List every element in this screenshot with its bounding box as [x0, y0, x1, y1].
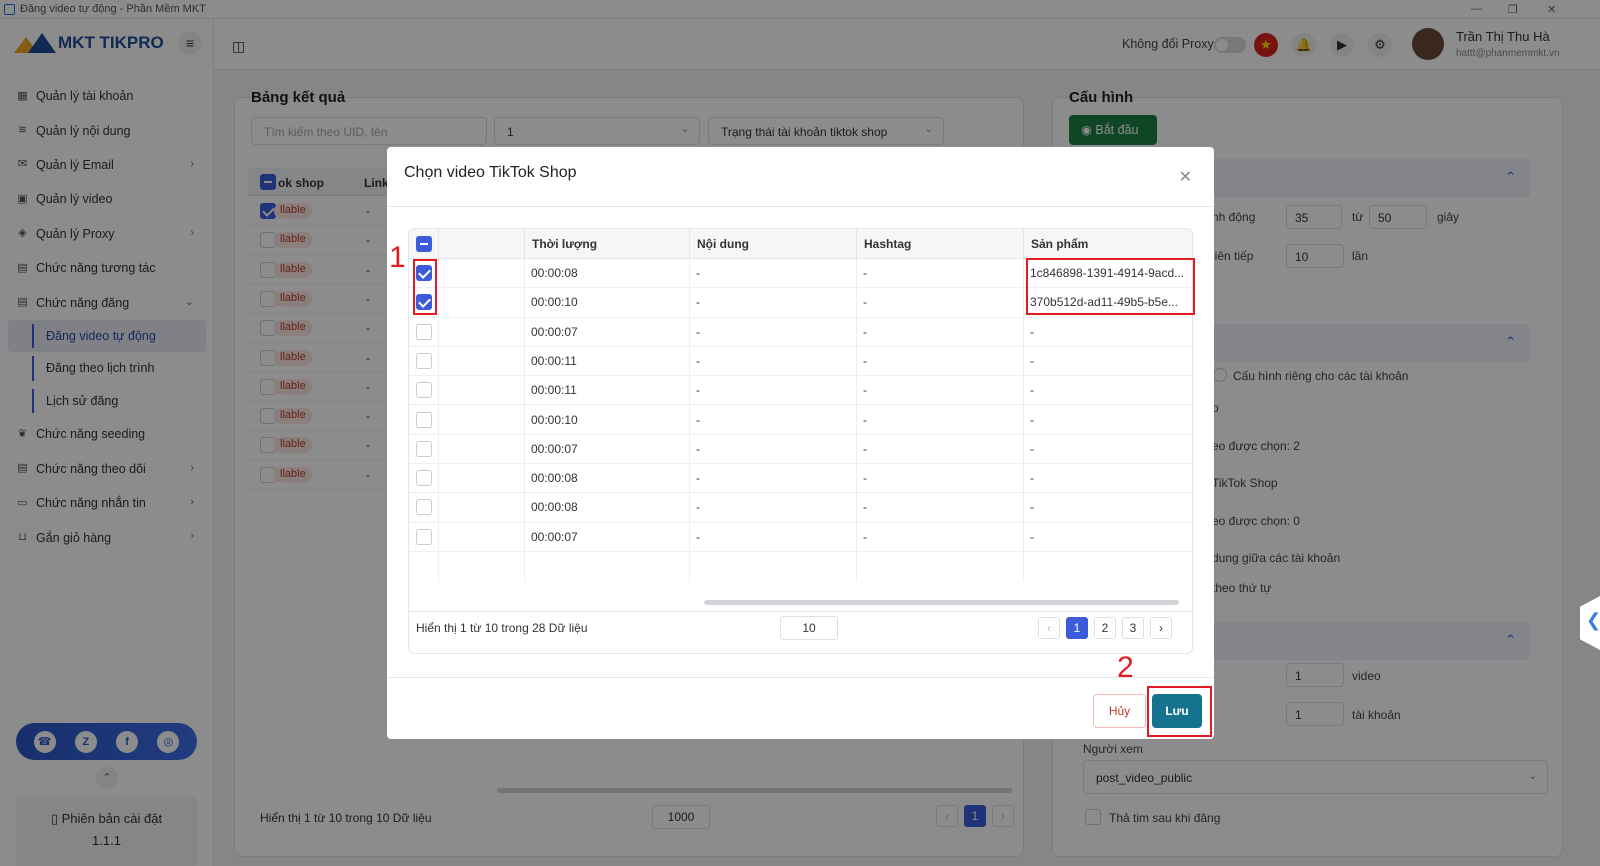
content-cell: - [696, 353, 700, 368]
annotation-number-1: 1 [389, 241, 406, 274]
table-row[interactable]: 00:00:08 - - - [409, 464, 1192, 494]
content-cell: - [696, 295, 700, 310]
close-icon[interactable]: ✕ [1179, 167, 1192, 187]
table-row[interactable]: 00:00:08 - - - [409, 493, 1192, 523]
duration-cell: 00:00:08 [531, 471, 578, 486]
row-checkbox[interactable] [416, 499, 432, 516]
select-video-modal: Chọn video TikTok Shop ✕ Thời lượng Nội … [387, 147, 1214, 739]
product-cell: - [1030, 324, 1034, 339]
product-cell: - [1030, 500, 1034, 515]
duration-cell: 00:00:07 [531, 324, 578, 339]
row-checkbox[interactable] [416, 352, 432, 369]
product-cell: - [1030, 441, 1034, 456]
col-content: Nội dung [689, 229, 856, 259]
row-checkbox[interactable] [416, 440, 432, 457]
highlight-save [1147, 686, 1212, 737]
duration-cell: 00:00:07 [531, 441, 578, 456]
hashtag-cell: - [863, 500, 867, 515]
hashtag-cell: - [863, 266, 867, 280]
table-row[interactable]: 00:00:10 - - - [409, 406, 1192, 435]
content-cell: - [696, 412, 700, 427]
video-footer-info: Hiển thị 1 từ 10 trong 28 Dữ liệu [416, 621, 588, 635]
product-cell: - [1030, 353, 1034, 368]
highlight-products [1026, 258, 1195, 315]
video-page-size[interactable]: 10 [780, 616, 838, 640]
hashtag-cell: - [863, 471, 867, 486]
video-page-3[interactable]: 3 [1122, 617, 1144, 639]
col-hashtag: Hashtag [856, 229, 1023, 259]
duration-cell: 00:00:08 [531, 266, 578, 280]
hashtag-cell: - [863, 412, 867, 427]
row-checkbox[interactable] [416, 382, 432, 399]
video-page-2[interactable]: 2 [1094, 617, 1116, 639]
hashtag-cell: - [863, 295, 867, 310]
content-cell: - [696, 324, 700, 339]
duration-cell: 00:00:10 [531, 412, 578, 427]
row-checkbox[interactable] [416, 323, 432, 340]
product-cell: - [1030, 529, 1034, 544]
content-cell: - [696, 266, 700, 280]
col-product: Sản phẩm [1023, 229, 1192, 259]
chevron-left-icon: ❮ [1586, 610, 1600, 630]
table-row[interactable]: 00:00:07 - - - [409, 318, 1192, 347]
product-cell: - [1030, 471, 1034, 486]
video-prev-page[interactable]: ‹ [1038, 617, 1060, 639]
table-row[interactable]: 00:00:07 - - - [409, 523, 1192, 552]
video-table-hscroll[interactable] [704, 600, 1179, 605]
product-cell: - [1030, 383, 1034, 398]
video-table-header: Thời lượng Nội dung Hashtag Sản phẩm [409, 229, 1192, 259]
content-cell: - [696, 471, 700, 486]
video-table-footer-divider [409, 611, 1192, 612]
duration-cell: 00:00:10 [531, 295, 578, 310]
video-page-1[interactable]: 1 [1066, 617, 1088, 639]
hashtag-cell: - [863, 383, 867, 398]
content-cell: - [696, 383, 700, 398]
row-checkbox[interactable] [416, 528, 432, 545]
product-cell: - [1030, 412, 1034, 427]
row-checkbox[interactable] [416, 470, 432, 487]
modal-title: Chọn video TikTok Shop [404, 164, 577, 181]
video-next-page[interactable]: › [1150, 617, 1172, 639]
duration-cell: 00:00:11 [531, 353, 577, 368]
hashtag-cell: - [863, 353, 867, 368]
duration-cell: 00:00:07 [531, 529, 578, 544]
table-row[interactable]: 00:00:07 - - - [409, 435, 1192, 465]
modal-header-divider [387, 206, 1214, 207]
table-row[interactable]: 00:00:11 - - - [409, 376, 1192, 406]
duration-cell: 00:00:08 [531, 500, 578, 515]
hashtag-cell: - [863, 529, 867, 544]
cancel-button[interactable]: Hủy [1093, 694, 1146, 728]
row-checkbox[interactable] [416, 411, 432, 428]
hashtag-cell: - [863, 441, 867, 456]
content-cell: - [696, 529, 700, 544]
content-cell: - [696, 500, 700, 515]
table-row[interactable]: 00:00:11 - - - [409, 347, 1192, 377]
duration-cell: 00:00:11 [531, 383, 577, 398]
col-duration: Thời lượng [524, 229, 689, 259]
col-empty [438, 229, 524, 259]
content-cell: - [696, 441, 700, 456]
hashtag-cell: - [863, 324, 867, 339]
select-all-videos-checkbox[interactable] [416, 236, 432, 252]
modal-footer-divider [387, 677, 1214, 678]
annotation-number-2: 2 [1117, 651, 1134, 684]
highlight-checkboxes [413, 259, 437, 315]
